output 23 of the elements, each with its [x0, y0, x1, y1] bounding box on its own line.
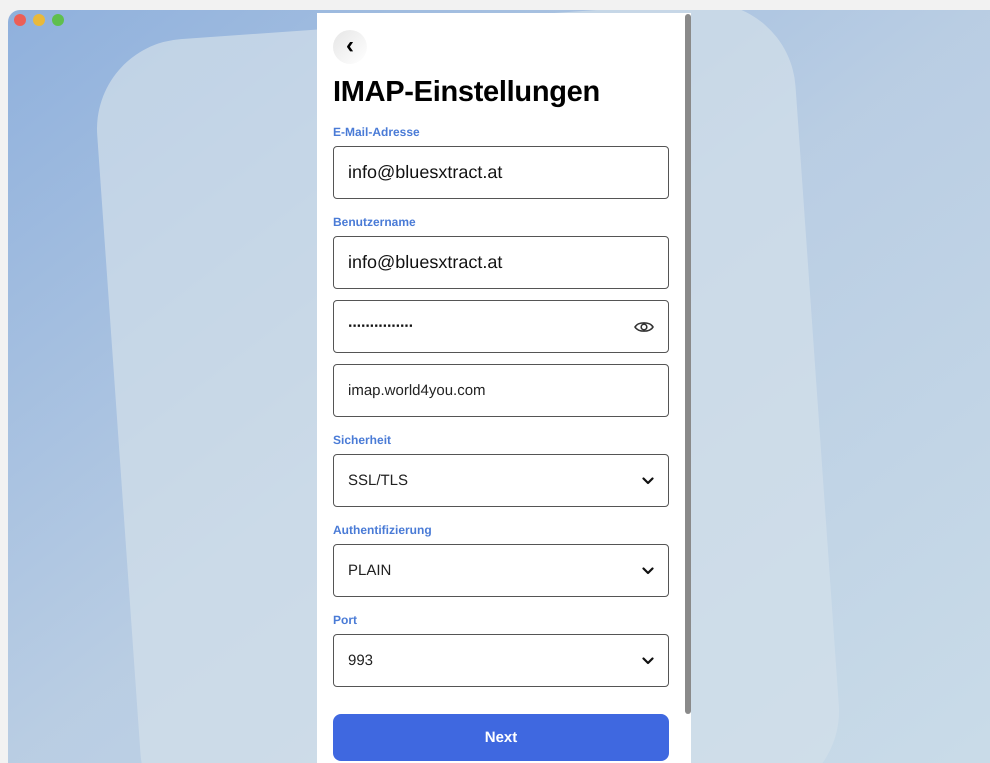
dropdown-select[interactable]: SSL/TLS — [333, 454, 669, 508]
next-button[interactable]: Next — [333, 714, 669, 762]
chevron-down-icon — [642, 656, 654, 665]
chevron-down-icon — [642, 566, 654, 575]
field-label: Sicherheit — [333, 432, 392, 450]
chevron-down-icon — [642, 476, 654, 485]
close-window-button[interactable] — [14, 14, 26, 26]
password-field[interactable]: ··············· — [333, 300, 669, 354]
input-field[interactable]: imap.world4you.com — [333, 364, 669, 418]
eye-icon[interactable] — [634, 320, 654, 334]
page-title: IMAP-Einstellungen — [333, 75, 601, 110]
field-label: Port — [333, 612, 358, 630]
dropdown-select[interactable]: 993 — [333, 634, 669, 688]
back-button[interactable]: ‹ — [333, 30, 367, 64]
zoom-window-button[interactable] — [52, 14, 64, 26]
field-label: Benutzername — [333, 214, 417, 232]
minimize-window-button[interactable] — [33, 14, 45, 26]
dropdown-select[interactable]: PLAIN — [333, 544, 669, 598]
input-field[interactable]: info@bluesxtract.at — [333, 146, 669, 200]
field-label: Authentifizierung — [333, 522, 433, 540]
field-label: E-Mail-Adresse — [333, 124, 421, 142]
input-field[interactable]: info@bluesxtract.at — [333, 236, 669, 290]
scrollbar-thumb[interactable] — [685, 14, 691, 714]
